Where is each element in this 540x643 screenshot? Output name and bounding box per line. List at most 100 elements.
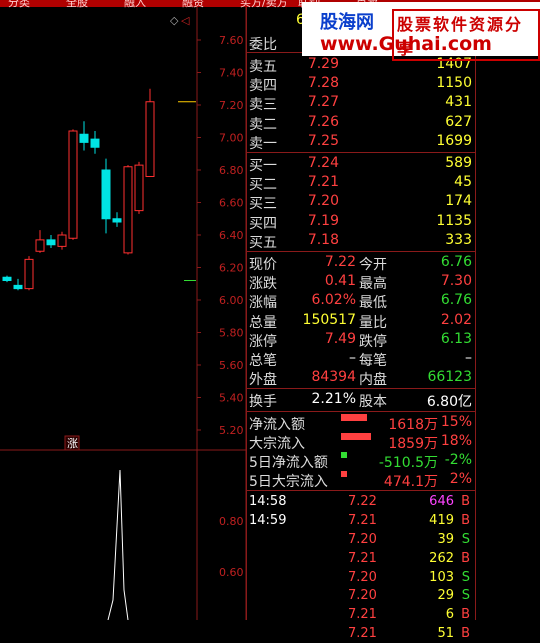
- price-axis-label: 7.00: [219, 132, 244, 145]
- ask-label: 卖四: [249, 78, 277, 95]
- bid-price: 7.19: [307, 212, 339, 229]
- flow-pct: 15%: [440, 413, 472, 430]
- tick-price: 7.21: [348, 513, 377, 529]
- divider: [246, 388, 476, 390]
- tick-side: B: [461, 550, 470, 566]
- divider: [246, 152, 476, 153]
- candle-body: [145, 101, 155, 177]
- tick-price: 7.21: [348, 626, 377, 641]
- stat-value: 6.76: [440, 254, 472, 270]
- candle-body: [2, 276, 12, 281]
- stat-value: 7.30: [440, 273, 472, 290]
- bid-label: 买五: [249, 234, 277, 251]
- turnover-value: 2.21%: [311, 391, 356, 408]
- bid-price: 7.24: [307, 155, 339, 171]
- ask-row: 卖四 7.28 1150: [246, 74, 476, 95]
- tick-row: 7.21 262 B: [246, 549, 476, 568]
- indicator-line: [107, 469, 129, 620]
- candle-body: [35, 239, 45, 252]
- panel-border-left: [246, 7, 247, 620]
- stat-label: 今开: [359, 257, 387, 273]
- stat-label: 外盘: [249, 372, 277, 389]
- stat-row: 现价 7.22 今开 6.76: [246, 253, 476, 273]
- tick-price: 7.20: [348, 588, 377, 604]
- ask-volume: 1150: [436, 75, 472, 92]
- stat-value: 66123: [427, 369, 472, 386]
- price-axis-label: 6.00: [219, 294, 244, 307]
- bid-volume: 45: [454, 174, 472, 191]
- stat-value: 84394: [311, 369, 356, 386]
- watermark-line1: 股海网: [320, 12, 374, 33]
- quote-panel: 600 委比 -4 卖五7.291407卖四7.281150卖三7.27431卖…: [246, 7, 540, 641]
- stat-row: 总量 150517 量比 2.02: [246, 311, 476, 331]
- flow-row: 5日大宗流入 474.1万 2%: [246, 470, 476, 490]
- ask-volume: 1699: [436, 132, 472, 149]
- price-axis-label: 6.40: [219, 229, 244, 242]
- webi-label: 委比: [249, 37, 277, 53]
- bid-row: 买一 7.24 589: [246, 154, 476, 174]
- bid-volume: 589: [445, 155, 472, 171]
- ask-price: 7.27: [307, 94, 339, 111]
- bid-volume: 1135: [436, 212, 472, 229]
- stat-row: 涨停 7.49 跌停 6.13: [246, 330, 476, 350]
- candle-body: [79, 133, 89, 143]
- stat-label: 最低: [359, 295, 387, 312]
- flow-bar: [341, 432, 371, 440]
- candle-body: [101, 169, 111, 220]
- stat-label: 每笔: [359, 353, 387, 369]
- ask-price: 7.25: [307, 132, 339, 149]
- ask-row: 卖二 7.26 627: [246, 113, 476, 133]
- turnover-row: 换手 2.21% 股本 6.80亿: [246, 390, 476, 411]
- capital-label: 股本: [359, 394, 387, 411]
- tick-side: S: [461, 569, 470, 585]
- candle-body: [90, 138, 100, 148]
- tick-volume: 39: [437, 532, 454, 547]
- tick-price: 7.21: [348, 550, 377, 566]
- price-axis-label: 5.40: [219, 392, 244, 405]
- bid-price: 7.18: [307, 231, 339, 248]
- tick-price: 7.22: [348, 494, 377, 510]
- ask-label: 卖五: [249, 59, 277, 75]
- flow-dot: [341, 452, 347, 458]
- stat-label: 最高: [359, 276, 387, 293]
- flow-label: 净流入额: [249, 416, 305, 433]
- flow-label: 5日净流入额: [249, 455, 328, 471]
- price-axis-label: 6.60: [219, 197, 244, 210]
- flow-pct: 18%: [440, 432, 472, 449]
- stat-row: 涨跌 0.41 最高 7.30: [246, 272, 476, 293]
- stat-label: 现价: [249, 257, 277, 273]
- bid-label: 买四: [249, 215, 277, 232]
- ask-price: 7.29: [307, 56, 339, 72]
- candle-body: [68, 130, 78, 239]
- price-axis-label: 5.60: [219, 359, 244, 372]
- stat-value: 6.13: [440, 330, 472, 347]
- flow-pct: -2%: [444, 452, 472, 468]
- panel-border-right: [475, 7, 476, 620]
- tick-price: 7.20: [348, 569, 377, 585]
- bid-label: 买二: [249, 177, 277, 194]
- stat-row: 总笔 – 每笔 –: [246, 349, 476, 369]
- zhang-label: 涨: [67, 437, 78, 450]
- price-axis-label: 7.20: [219, 99, 244, 112]
- price-axis-label: 6.80: [219, 164, 244, 177]
- turnover-label: 换手: [249, 394, 277, 411]
- tick-volume: 103: [429, 569, 454, 585]
- divider: [246, 490, 476, 492]
- tick-side: B: [461, 626, 470, 641]
- candle-body: [112, 218, 122, 223]
- flow-label: 大宗流入: [249, 435, 305, 452]
- bid-label: 买三: [249, 196, 277, 213]
- stat-value: 7.22: [324, 254, 356, 270]
- candle-body: [13, 284, 23, 290]
- tick-price: 7.20: [348, 532, 377, 547]
- tick-time: 14:58: [249, 494, 287, 510]
- tick-volume: 419: [429, 513, 454, 529]
- stat-value: 7.49: [324, 330, 356, 347]
- bid-volume: 174: [445, 193, 472, 210]
- ask-price: 7.28: [307, 75, 339, 92]
- stat-label: 总量: [249, 314, 277, 331]
- ask-price: 7.26: [307, 113, 339, 130]
- stat-value: 2.02: [440, 311, 472, 328]
- tick-side: S: [461, 588, 470, 604]
- price-axis-label: 5.20: [219, 424, 244, 437]
